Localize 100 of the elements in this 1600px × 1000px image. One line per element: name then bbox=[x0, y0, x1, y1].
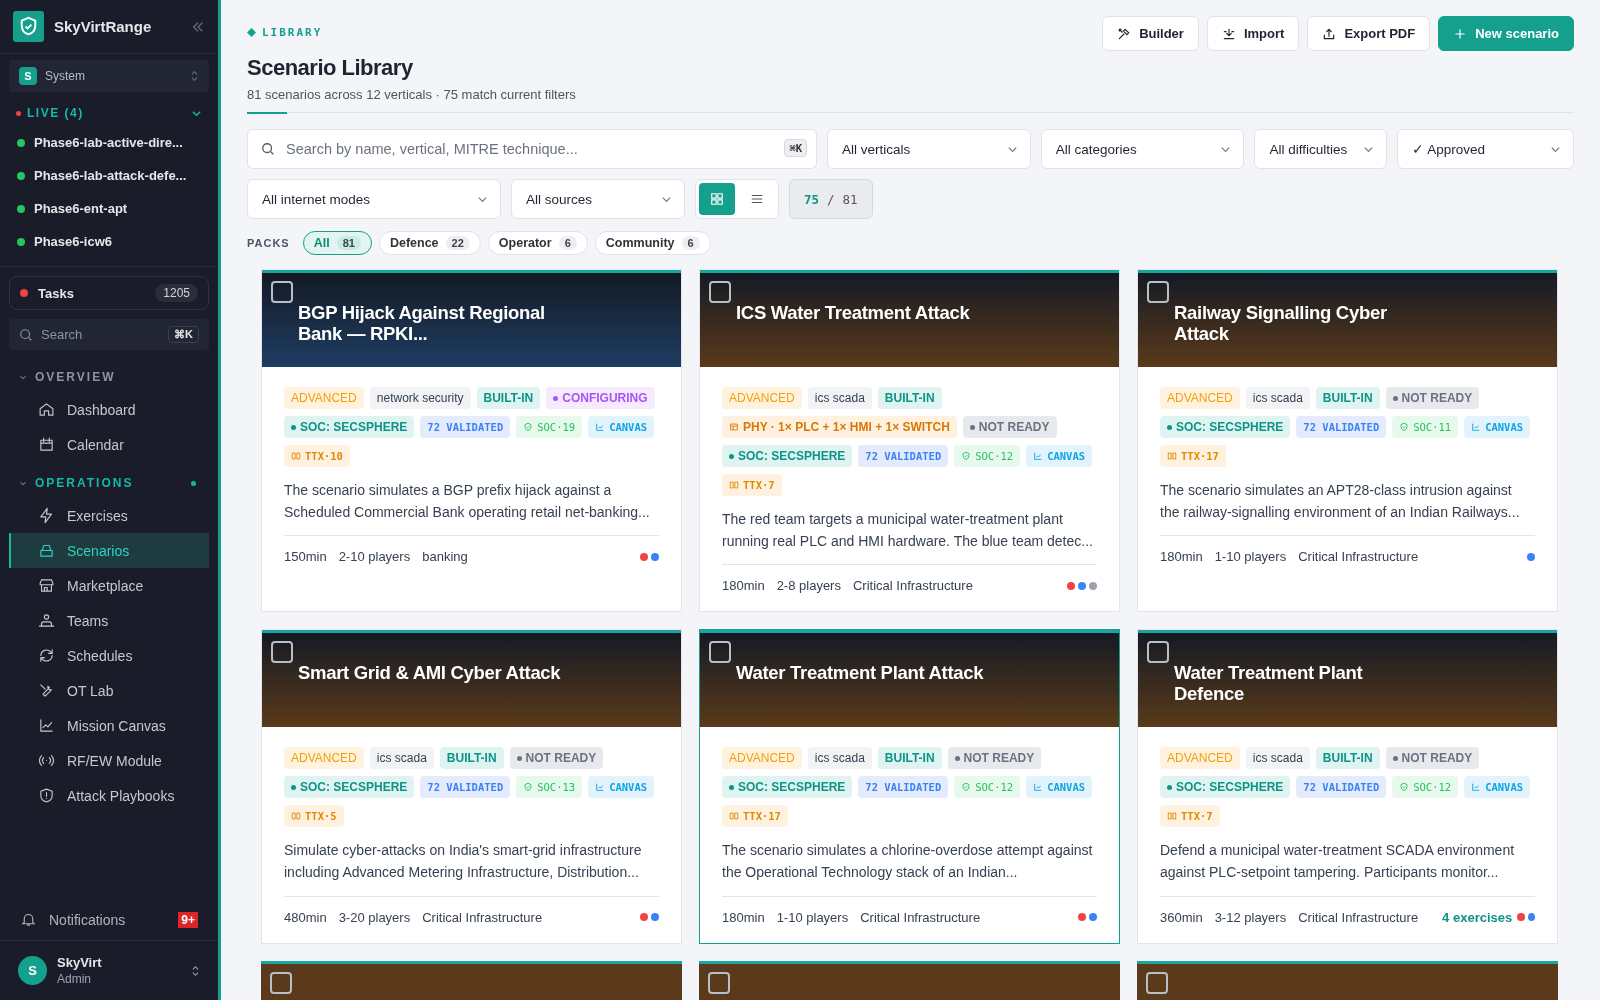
nav-item[interactable]: Marketplace bbox=[9, 568, 209, 603]
vertical-label: banking bbox=[422, 549, 468, 565]
page-subtitle: 81 scenarios across 12 verticals · 75 match current filters bbox=[247, 87, 576, 102]
tag: 72 VALIDATED bbox=[858, 776, 949, 799]
live-label: LIVE (4) bbox=[27, 106, 85, 120]
action-button[interactable]: Builder bbox=[1102, 16, 1199, 51]
user-avatar: S bbox=[18, 956, 47, 985]
vertical-label: Critical Infrastructure bbox=[422, 909, 543, 925]
filter-dropdown[interactable]: All sources bbox=[511, 179, 685, 219]
user-name: SkyVirt bbox=[57, 955, 103, 970]
pack-filter-chip[interactable]: All 81 bbox=[302, 231, 372, 255]
nav-item[interactable]: Teams bbox=[9, 603, 209, 638]
scenario-description: The red team targets a municipal water-treatment plant running real PLC and HMI hardware. The blue team detec... bbox=[722, 509, 1097, 566]
tag: NOT READY bbox=[509, 747, 604, 770]
tag: BUILT-IN bbox=[476, 387, 541, 409]
action-button[interactable]: Import bbox=[1206, 16, 1300, 51]
vertical-label: Critical Infrastructure bbox=[1298, 549, 1419, 565]
tag: ADVANCED bbox=[722, 387, 802, 409]
tag: ics scada bbox=[369, 747, 434, 770]
shortcut-key: ⌘K bbox=[168, 326, 199, 343]
nav-item[interactable]: Scenarios bbox=[9, 533, 209, 568]
nav-item[interactable]: Mission Canvas bbox=[9, 708, 209, 743]
live-session[interactable]: Phase6-icw6 bbox=[0, 225, 218, 258]
tag: NOT READY bbox=[947, 747, 1042, 770]
tag: CANVAS bbox=[1026, 776, 1093, 799]
workspace-avatar: S bbox=[19, 67, 37, 85]
packs-label: PACKS bbox=[247, 237, 290, 249]
nav-item[interactable]: Exercises bbox=[9, 498, 209, 533]
duration: 360min bbox=[1160, 909, 1203, 925]
filter-dropdown[interactable]: All internet modes bbox=[247, 179, 501, 219]
notifications-item[interactable]: Notifications 9+ bbox=[0, 899, 218, 940]
tag: TTX·17 bbox=[1160, 445, 1226, 467]
tag: BUILT-IN bbox=[877, 747, 942, 770]
nav-item[interactable]: OT Lab bbox=[9, 673, 209, 708]
scenario-title: Railway Signalling Cyber Attack bbox=[1174, 303, 1388, 345]
filter-dropdown[interactable]: ✓ Approved bbox=[1397, 129, 1574, 169]
tag: TTX·7 bbox=[722, 474, 782, 496]
live-session[interactable]: Phase6-lab-attack-defe... bbox=[0, 159, 218, 192]
filter-dropdown[interactable]: All verticals bbox=[827, 129, 1031, 169]
tag: 72 VALIDATED bbox=[1296, 776, 1387, 799]
tag: network security bbox=[369, 387, 471, 409]
live-session[interactable]: Phase6-lab-active-dire... bbox=[0, 126, 218, 159]
tag: BUILT-IN bbox=[877, 387, 942, 409]
tag: SOC·11 bbox=[1392, 416, 1459, 438]
player-count: 2-10 players bbox=[338, 549, 411, 565]
page-title: Scenario Library bbox=[247, 55, 414, 81]
user-role: Admin bbox=[57, 972, 92, 986]
shortcut-key: ⌘K bbox=[784, 139, 808, 157]
action-button[interactable]: Export PDF bbox=[1307, 16, 1431, 51]
tag: BUILT-IN bbox=[1315, 747, 1380, 770]
tag: TTX·17 bbox=[722, 805, 788, 828]
scenario-description: The scenario simulates a chlorine-overdose attempt against the Operational Technology stack of an Indian... bbox=[722, 840, 1097, 897]
exercises-link[interactable]: 4 exercises bbox=[1442, 909, 1513, 925]
tag: ADVANCED bbox=[284, 747, 364, 770]
nav-item[interactable]: Dashboard bbox=[9, 392, 209, 427]
tag: TTX·7 bbox=[1160, 805, 1220, 828]
workspace-selector[interactable]: S System bbox=[9, 60, 209, 92]
tag: ADVANCED bbox=[284, 387, 364, 409]
pack-filter-chip[interactable]: Community 6 bbox=[594, 231, 711, 255]
tag: CONFIGURING bbox=[546, 387, 655, 409]
tag: CANVAS bbox=[588, 776, 655, 799]
scenario-description: Simulate cyber-attacks on India's smart-grid infrastructure including Advanced Metering Infrastructure, Distribution... bbox=[284, 840, 659, 897]
pack-filter-chip[interactable]: Defence 22 bbox=[378, 231, 481, 255]
section-label: OPERATIONS bbox=[35, 476, 135, 490]
tag: 72 VALIDATED bbox=[420, 416, 511, 438]
vertical-label: Critical Infrastructure bbox=[852, 578, 973, 594]
scenario-title: ICS Water Treatment Attack bbox=[736, 303, 971, 324]
result-counter: 75 / 81 bbox=[789, 179, 873, 219]
nav-item[interactable]: Calendar bbox=[9, 427, 209, 462]
tasks-button[interactable]: Tasks 1205 bbox=[9, 276, 209, 310]
pack-filter-chip[interactable]: Operator 6 bbox=[487, 231, 588, 255]
search-field[interactable]: Search ⌘K bbox=[9, 319, 209, 350]
player-count: 3-20 players bbox=[338, 909, 411, 925]
filter-dropdown[interactable]: All difficulties bbox=[1254, 129, 1388, 169]
tag: CANVAS bbox=[588, 416, 655, 438]
vertical-label: Critical Infrastructure bbox=[1298, 909, 1419, 925]
tag: SOC: SECSPHERE bbox=[722, 445, 853, 467]
tag: CANVAS bbox=[1026, 445, 1093, 467]
tag: TTX·10 bbox=[284, 445, 350, 467]
nav-item[interactable]: Attack Playbooks bbox=[9, 778, 209, 813]
player-count: 1-10 players bbox=[1214, 549, 1287, 565]
player-count: 1-10 players bbox=[776, 909, 849, 925]
tag: SOC·13 bbox=[516, 776, 583, 799]
tag: NOT READY bbox=[1385, 747, 1480, 770]
nav-item[interactable]: RF/EW Module bbox=[9, 743, 209, 778]
tag: CANVAS bbox=[1464, 416, 1531, 438]
tag: CANVAS bbox=[1464, 776, 1531, 799]
scenario-title: BGP Hijack Against Regional Bank — RPKI... bbox=[298, 303, 546, 345]
scenario-description: The scenario simulates an APT28-class intrusion against the railway-signalling environment of an Indian Railways... bbox=[1160, 480, 1535, 537]
nav-item[interactable]: Schedules bbox=[9, 638, 209, 673]
tag: SOC: SECSPHERE bbox=[1160, 416, 1291, 438]
user-menu[interactable]: S SkyVirt Admin bbox=[0, 940, 218, 1000]
tag: 72 VALIDATED bbox=[1296, 416, 1387, 438]
filter-dropdown[interactable]: All categories bbox=[1040, 129, 1245, 169]
scenario-title: Water Treatment Plant Attack bbox=[736, 663, 985, 685]
live-session[interactable]: Phase6-ent-apt bbox=[0, 192, 218, 225]
duration: 180min bbox=[722, 578, 765, 594]
tag: ics scada bbox=[807, 747, 872, 770]
player-count: 3-12 players bbox=[1214, 909, 1287, 925]
tag: ADVANCED bbox=[1160, 387, 1240, 409]
